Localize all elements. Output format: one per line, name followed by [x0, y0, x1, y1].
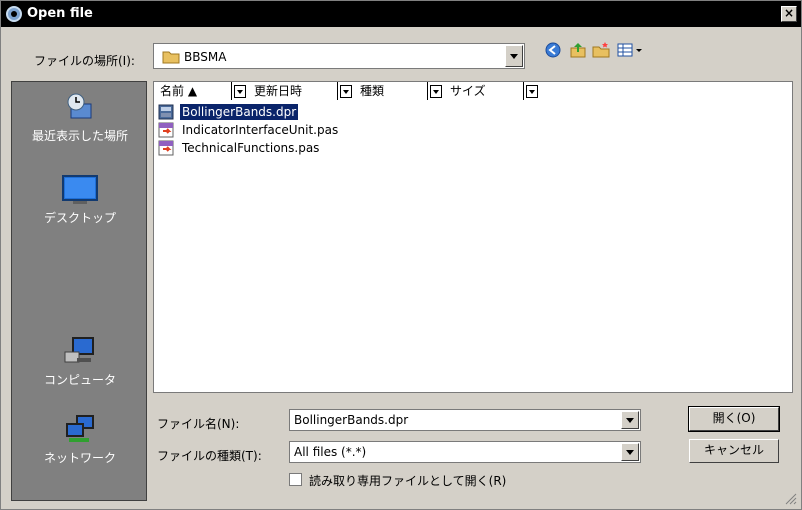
- chevron-down-icon: [510, 54, 518, 59]
- app-gear-icon: [6, 6, 22, 22]
- close-icon: ×: [783, 6, 795, 20]
- title-bar[interactable]: Open file ×: [1, 1, 801, 27]
- lookin-value: BBSMA: [184, 50, 227, 64]
- cancel-button[interactable]: キャンセル: [689, 439, 779, 463]
- filetype-value: All files (*.*): [294, 445, 367, 459]
- place-desktop[interactable]: デスクトップ: [12, 174, 148, 226]
- column-name[interactable]: 名前 ▲: [154, 82, 232, 100]
- place-network[interactable]: ネットワーク: [12, 414, 148, 466]
- file-list[interactable]: 名前 ▲ 更新日時 種類 サイズ BollingerBands.dpr Indi…: [153, 81, 793, 393]
- filename-value: BollingerBands.dpr: [294, 413, 409, 427]
- network-icon: [66, 415, 94, 442]
- chevron-down-icon: [343, 90, 349, 94]
- place-label: ネットワーク: [43, 451, 116, 465]
- pascal-file-icon: [158, 140, 174, 156]
- column-name-dropdown[interactable]: [234, 85, 246, 98]
- place-recent[interactable]: 最近表示した場所: [12, 90, 148, 144]
- file-name: IndicatorInterfaceUnit.pas: [182, 123, 339, 137]
- column-header: 名前 ▲ 更新日時 種類 サイズ: [154, 82, 792, 102]
- new-folder-icon[interactable]: [590, 39, 612, 61]
- views-menu-icon[interactable]: [615, 39, 651, 61]
- delphi-project-icon: [158, 104, 174, 120]
- close-button[interactable]: ×: [781, 6, 797, 22]
- readonly-label[interactable]: 読み取り専用ファイルとして開く(R): [309, 472, 506, 489]
- chevron-down-icon: [433, 90, 439, 94]
- place-computer[interactable]: コンピュータ: [12, 336, 148, 388]
- chevron-down-icon: [237, 90, 243, 94]
- filename-input[interactable]: BollingerBands.dpr: [289, 409, 641, 431]
- filetype-label: ファイルの種類(T):: [157, 449, 262, 463]
- place-label: 最近表示した場所: [31, 129, 128, 143]
- up-folder-icon[interactable]: [567, 39, 589, 61]
- lookin-dropdown-button[interactable]: [505, 45, 523, 67]
- file-name: TechnicalFunctions.pas: [182, 141, 320, 155]
- places-bar: 最近表示した場所 デスクトップ コンピュータ ネットワーク: [11, 81, 147, 501]
- column-modified-dropdown[interactable]: [340, 85, 352, 98]
- back-icon[interactable]: [542, 39, 564, 61]
- chevron-down-icon: [529, 90, 535, 94]
- pascal-file-icon: [158, 122, 174, 138]
- resize-grip-icon[interactable]: [785, 493, 797, 505]
- column-type-dropdown[interactable]: [430, 85, 442, 98]
- file-name: BollingerBands.dpr: [178, 103, 300, 121]
- recent-places-icon: [67, 93, 92, 119]
- desktop-icon: [62, 175, 98, 204]
- dialog-title: Open file: [27, 6, 93, 21]
- filename-dropdown-button[interactable]: [621, 411, 639, 429]
- column-size-dropdown[interactable]: [526, 85, 538, 98]
- lookin-label: ファイルの場所(I):: [34, 54, 135, 68]
- chevron-down-icon: [626, 418, 634, 423]
- column-size[interactable]: サイズ: [444, 82, 524, 100]
- column-modified[interactable]: 更新日時: [248, 82, 338, 100]
- chevron-down-icon: [626, 450, 634, 455]
- filetype-select[interactable]: All files (*.*): [289, 441, 641, 463]
- readonly-checkbox[interactable]: [289, 473, 302, 486]
- lookin-combo[interactable]: BBSMA: [153, 43, 525, 69]
- filename-label: ファイル名(N):: [157, 417, 240, 431]
- place-label: コンピュータ: [43, 373, 116, 387]
- open-file-dialog: Open file × ファイルの場所(I): BBSMA 最近表示した場所 デ…: [0, 0, 802, 510]
- place-label: デスクトップ: [43, 211, 116, 225]
- folder-icon: [162, 51, 180, 64]
- column-type[interactable]: 種類: [354, 82, 428, 100]
- computer-icon: [64, 337, 94, 363]
- filetype-dropdown-button[interactable]: [621, 443, 639, 461]
- open-button[interactable]: 開く(O): [688, 406, 780, 432]
